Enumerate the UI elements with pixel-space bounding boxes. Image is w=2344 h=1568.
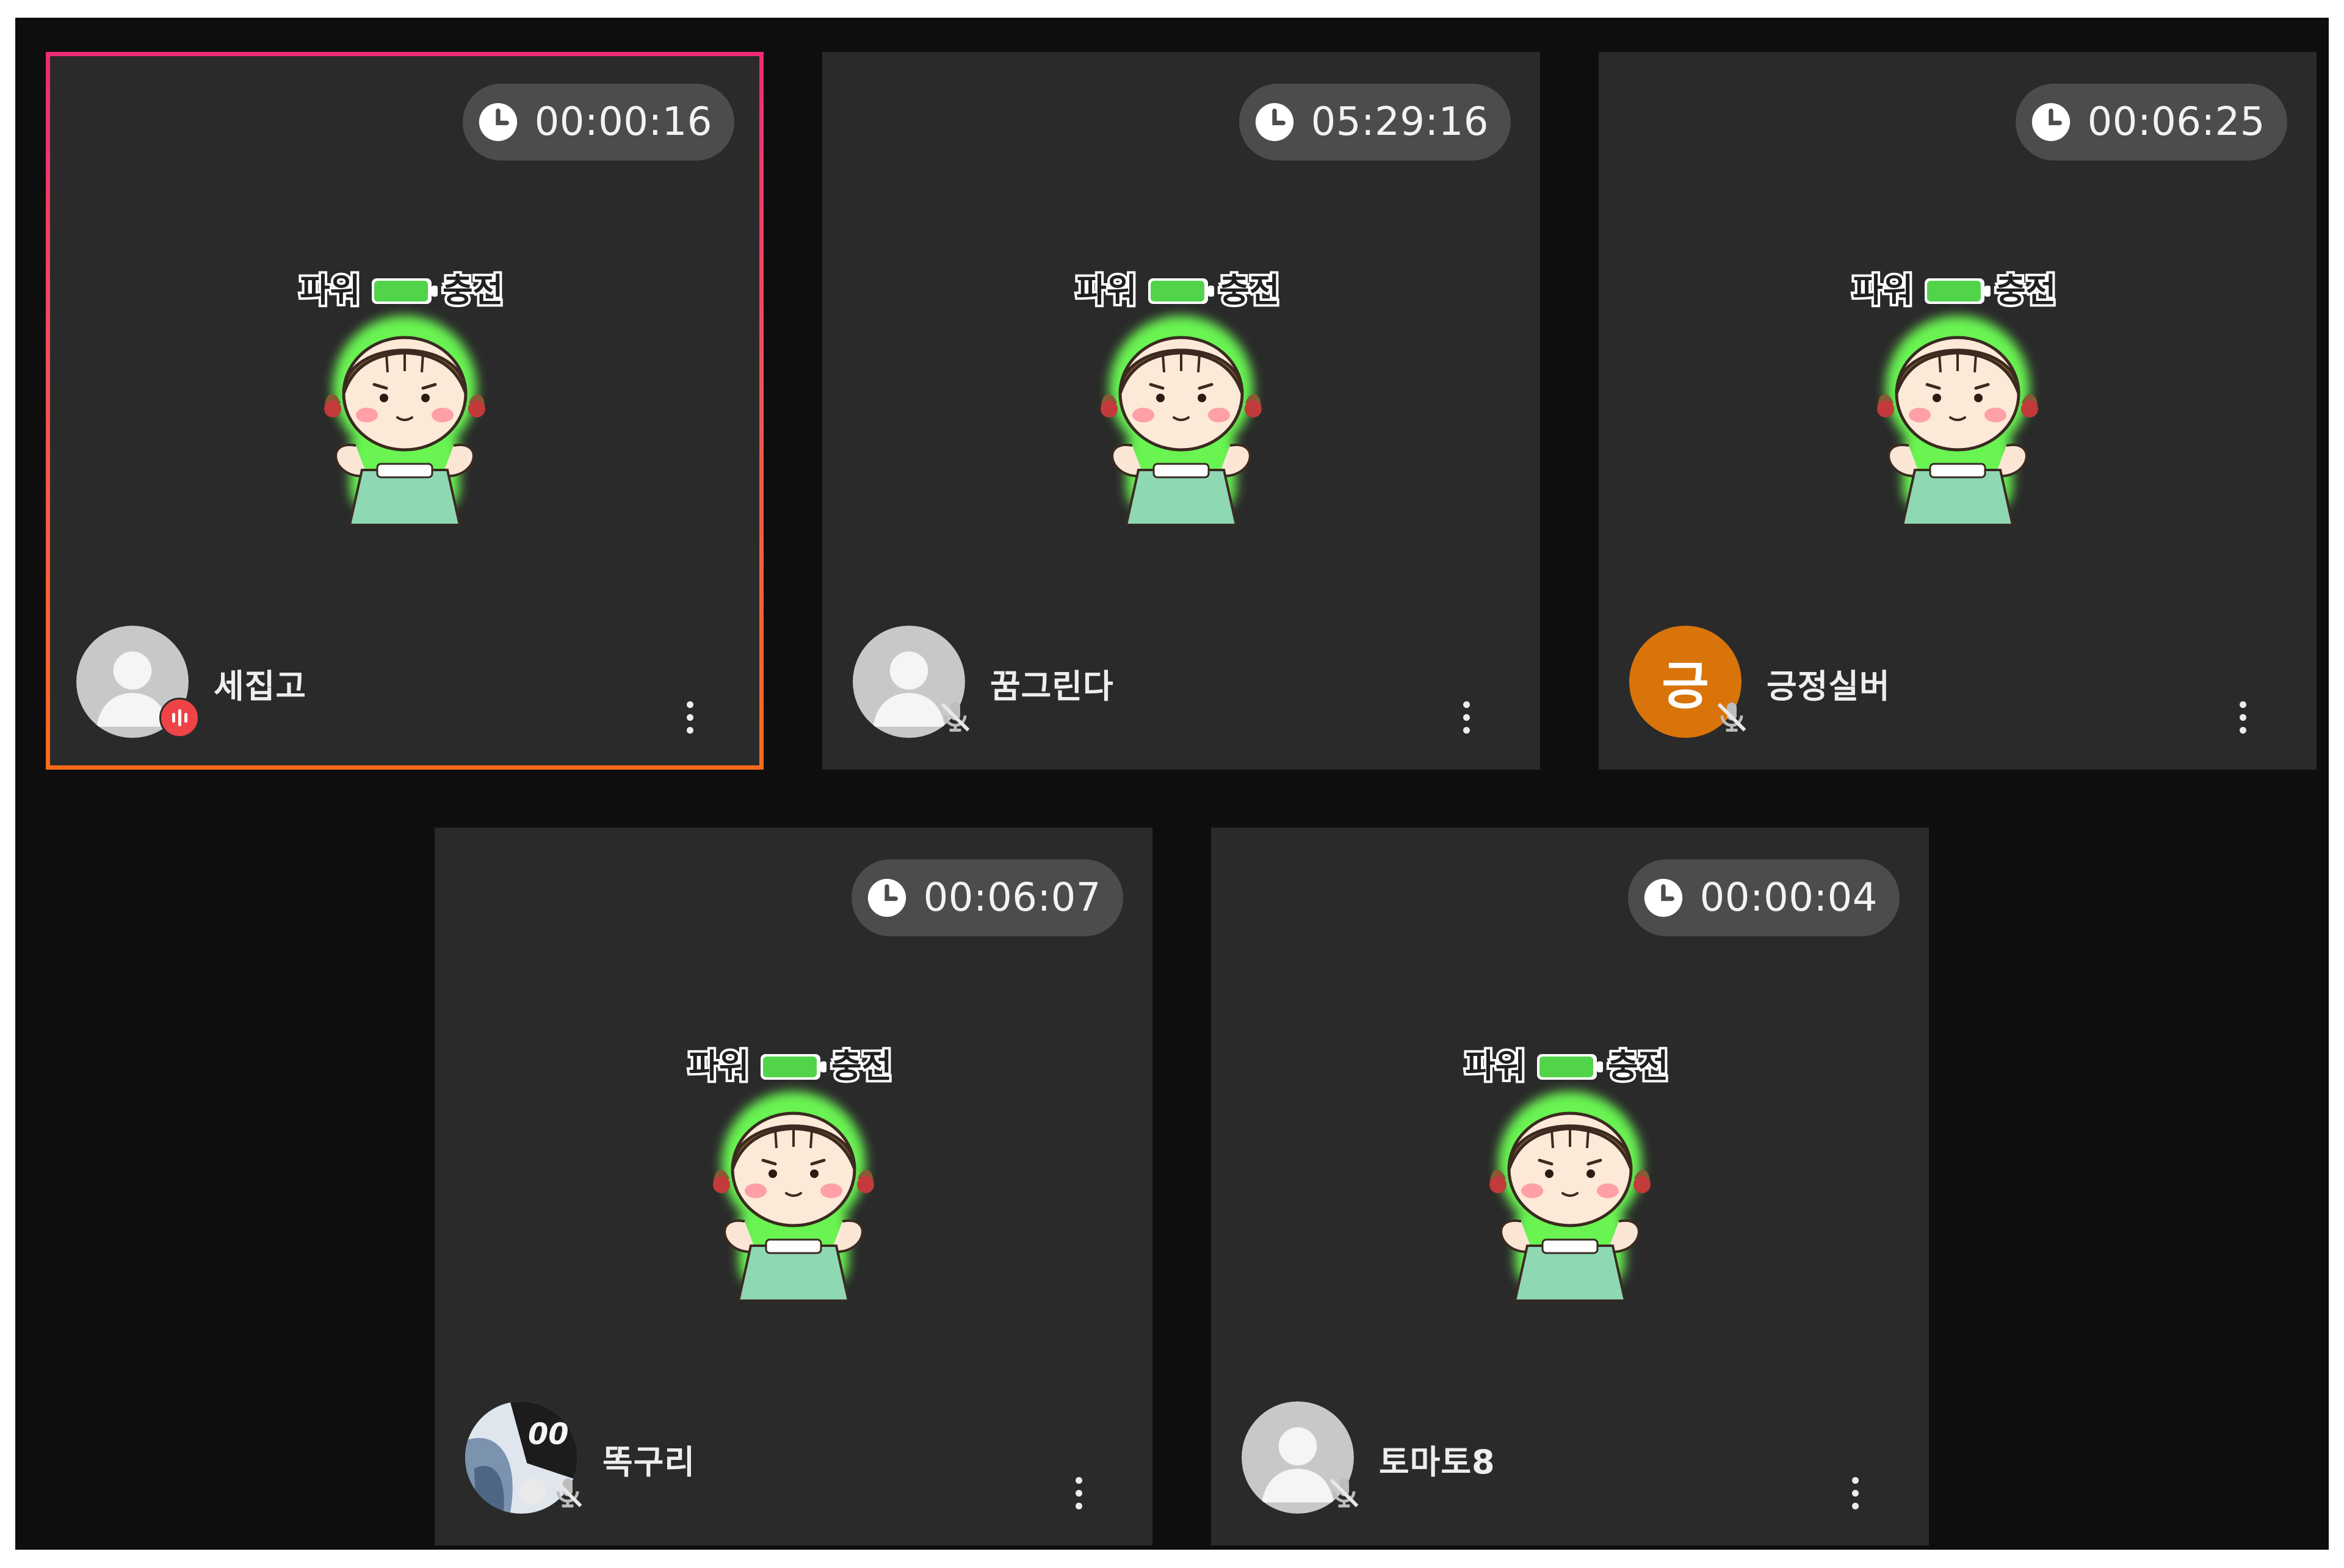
clock-icon (1644, 878, 1682, 917)
more-vertical-icon[interactable] (1454, 687, 1478, 748)
mic-off-icon (548, 1473, 587, 1512)
svg-text:충전: 충전 (1608, 1047, 1668, 1085)
power-charge-sticker-image: 파워 충전 (297, 269, 505, 526)
more-vertical-icon[interactable] (2230, 687, 2255, 748)
video-call-grid: 00:00:16 파워 충전 세집고 05:29:16 파워 충전 꿈그린다 0… (15, 18, 2329, 1550)
svg-text:00: 00 (528, 1418, 569, 1451)
power-charge-sticker: 파워 충전 (671, 1038, 916, 1302)
call-timer: 00:00:04 (1627, 859, 1900, 936)
more-vertical-icon[interactable] (1066, 1462, 1091, 1523)
participant-name: 똑구리 (602, 1443, 696, 1481)
svg-text:충전: 충전 (1995, 271, 2056, 309)
timer-text: 00:00:04 (1699, 875, 1878, 920)
svg-text:파워: 파워 (1076, 271, 1137, 309)
audio-wave-icon (159, 698, 200, 738)
call-timer: 00:00:16 (462, 84, 734, 161)
more-vertical-icon[interactable] (678, 687, 702, 748)
call-timer: 00:06:07 (851, 859, 1123, 936)
timer-text: 00:06:25 (2087, 99, 2265, 145)
power-charge-sticker: 파워 충전 (1836, 262, 2080, 526)
mic-off-icon (1712, 698, 1751, 737)
participant-tile[interactable]: 00:06:07 파워 충전 00 똑구리 (435, 828, 1152, 1545)
power-charge-sticker-image: 파워 충전 (1074, 269, 1282, 526)
participant-name: 꿈그린다 (990, 667, 1114, 706)
clock-icon (479, 103, 517, 142)
clock-icon (2031, 103, 2070, 142)
timer-text: 00:06:07 (923, 875, 1101, 920)
participant-tile[interactable]: 00:00:04 파워 충전 토마토8 (1211, 828, 1929, 1545)
participant-name: 세집고 (214, 667, 307, 706)
svg-text:충전: 충전 (831, 1047, 892, 1085)
participant-tile[interactable]: 00:00:16 파워 충전 세집고 (46, 52, 764, 770)
timer-text: 05:29:16 (1311, 99, 1489, 145)
more-vertical-icon[interactable] (1843, 1462, 1867, 1523)
participant-tile[interactable]: 05:29:16 파워 충전 꿈그린다 (822, 52, 1540, 770)
svg-text:파워: 파워 (1465, 1047, 1525, 1085)
power-charge-sticker-image: 파워 충전 (1850, 269, 2058, 526)
svg-text:충전: 충전 (1219, 271, 1279, 309)
power-charge-sticker: 파워 충전 (1059, 262, 1303, 526)
svg-text:충전: 충전 (443, 271, 503, 309)
clock-icon (867, 878, 906, 917)
mic-off-icon (936, 698, 975, 737)
participant-tile[interactable]: 00:06:25 파워 충전 긍 긍정실버 (1599, 52, 2317, 770)
svg-text:파워: 파워 (689, 1047, 749, 1085)
participant-name: 긍정실버 (1767, 667, 1890, 706)
clock-icon (1255, 103, 1293, 142)
power-charge-sticker-image: 파워 충전 (1463, 1044, 1671, 1302)
call-timer: 00:06:25 (2015, 84, 2287, 161)
participant-name: 토마토8 (1379, 1443, 1496, 1481)
power-charge-sticker: 파워 충전 (1448, 1038, 1692, 1302)
timer-text: 00:00:16 (534, 99, 712, 145)
power-charge-sticker-image: 파워 충전 (686, 1044, 894, 1302)
speaking-indicator (159, 698, 200, 738)
call-timer: 05:29:16 (1239, 84, 1511, 161)
svg-text:파워: 파워 (300, 271, 360, 309)
svg-text:파워: 파워 (1853, 271, 1913, 309)
mic-off-icon (1325, 1473, 1364, 1512)
power-charge-sticker: 파워 충전 (283, 262, 527, 526)
